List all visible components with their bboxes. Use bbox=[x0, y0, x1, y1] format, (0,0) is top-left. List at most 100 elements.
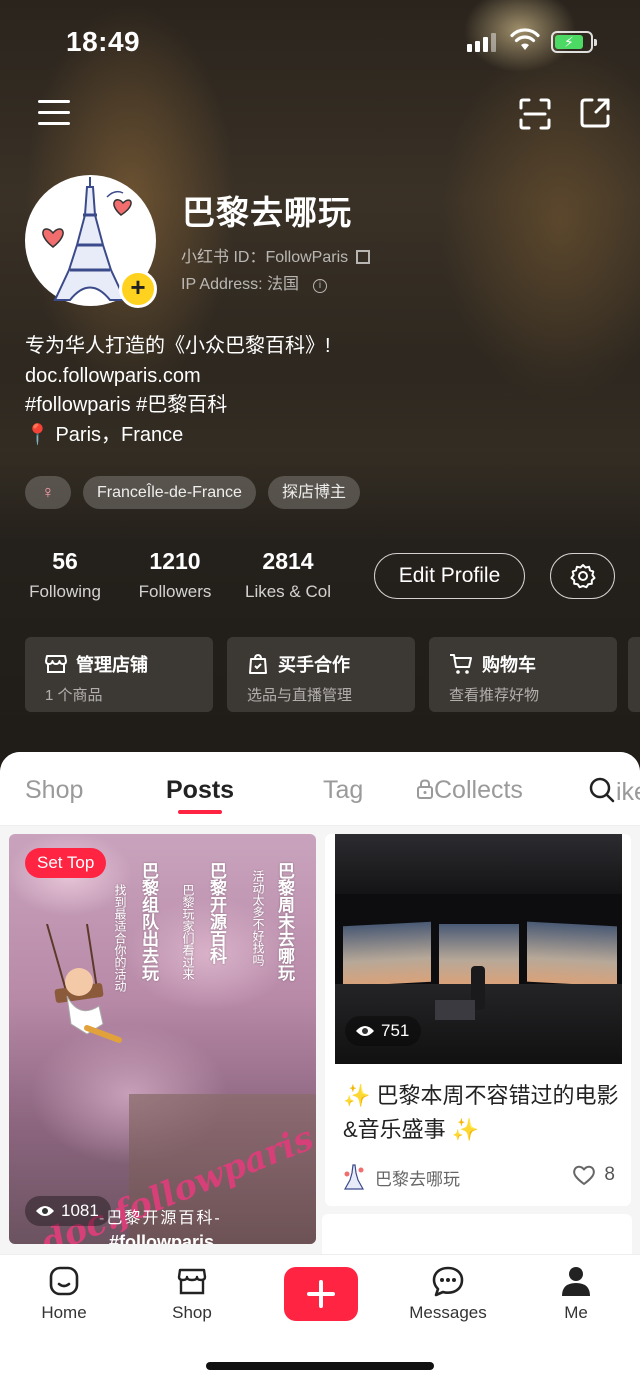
tab-likes-label: ike bbox=[616, 778, 640, 806]
home-icon bbox=[49, 1266, 79, 1296]
card-title: 买手合作 bbox=[278, 655, 350, 675]
post-card[interactable]: 751 ✨ 巴黎本周不容错过的电影&音乐盛事 ✨ 巴黎去哪玩 8 bbox=[325, 834, 631, 1206]
info-icon[interactable]: i bbox=[312, 279, 327, 293]
profile-id: 小红书 ID：FollowParis bbox=[181, 243, 371, 267]
menu-icon[interactable] bbox=[38, 100, 70, 126]
card-subtitle: 选品与直播管理 bbox=[247, 687, 353, 704]
post-overlay-caption: -巴黎开源百科- bbox=[99, 1210, 222, 1227]
nav-shop[interactable]: Shop bbox=[142, 1265, 242, 1323]
bag-icon bbox=[249, 653, 267, 674]
edit-profile-button[interactable]: Edit Profile bbox=[374, 553, 525, 599]
manage-store-card[interactable]: 管理店铺 1 个商品 bbox=[25, 637, 213, 712]
ip-address: IP Address: 法国 i bbox=[181, 270, 327, 294]
card-subtitle: 查看推荐好物 bbox=[449, 687, 540, 704]
eye-icon bbox=[36, 1206, 54, 1216]
search-icon bbox=[589, 777, 615, 803]
tab-collects-label: Collects bbox=[434, 776, 523, 804]
qr-code-icon[interactable] bbox=[356, 250, 371, 264]
view-count-value: 1081 bbox=[61, 1201, 99, 1220]
message-icon bbox=[432, 1266, 464, 1297]
settings-button[interactable] bbox=[550, 553, 615, 599]
ip-address-text: IP Address: 法国 bbox=[181, 276, 299, 293]
status-time: 18:49 bbox=[66, 26, 141, 57]
card-title: 购物车 bbox=[482, 655, 536, 675]
post-overlay-title: 巴黎组队出去玩 bbox=[139, 862, 158, 981]
profile-bio: 专为华人打造的《小众巴黎百科》! doc.followparis.com #fo… bbox=[25, 332, 331, 450]
stat-label: Likes & Col bbox=[245, 582, 331, 601]
tab-collects[interactable]: Collects bbox=[416, 776, 523, 805]
nav-home[interactable]: Home bbox=[14, 1265, 114, 1323]
view-count: 1081 bbox=[25, 1196, 111, 1226]
like-count: 8 bbox=[604, 1164, 615, 1185]
person-icon bbox=[562, 1267, 590, 1296]
home-indicator bbox=[206, 1362, 434, 1370]
add-avatar-button[interactable]: + bbox=[119, 270, 157, 308]
stat-following[interactable]: 56 Following bbox=[25, 548, 105, 602]
battery-icon: ⚡ bbox=[551, 31, 597, 53]
tab-posts[interactable]: Posts bbox=[166, 776, 234, 805]
feature-cards: 管理店铺 1 个商品 买手合作 选品与直播管理 购物车 查看推荐好物 bbox=[25, 637, 617, 712]
nav-me[interactable]: Me bbox=[526, 1265, 626, 1323]
share-icon[interactable] bbox=[578, 96, 612, 130]
nav-label: Home bbox=[41, 1303, 87, 1322]
post-overlay-hashtag: #followparis bbox=[109, 1232, 215, 1244]
nav-messages[interactable]: Messages bbox=[398, 1265, 498, 1323]
post-author-name: 巴黎去哪玩 bbox=[375, 1169, 460, 1189]
post-card-pinned[interactable]: 巴黎周末去哪玩 活动太多不好找吗 巴黎开源百科 巴黎玩家们看过来 巴黎组队出去玩… bbox=[9, 834, 316, 1244]
wifi-icon bbox=[510, 28, 540, 50]
role-tag: 探店博主 bbox=[267, 476, 360, 509]
buyer-partnership-card[interactable]: 买手合作 选品与直播管理 bbox=[227, 637, 415, 712]
swing-illustration-icon bbox=[46, 924, 122, 1043]
card-title: 管理店铺 bbox=[76, 655, 148, 675]
post-cover-image: 751 bbox=[335, 834, 622, 1064]
stat-value: 56 bbox=[52, 548, 78, 574]
card-subtitle: 1 个商品 bbox=[45, 687, 103, 704]
tab-shop[interactable]: Shop bbox=[25, 776, 83, 805]
nav-label: Messages bbox=[409, 1303, 487, 1322]
post-title[interactable]: ✨ 巴黎本周不容错过的电影&音乐盛事 ✨ bbox=[343, 1079, 623, 1147]
location-tag: FranceÎle-de-France bbox=[83, 476, 256, 509]
shop-icon bbox=[177, 1268, 207, 1295]
profile-id-text: 小红书 ID：FollowParis bbox=[181, 249, 349, 266]
post-author[interactable]: 巴黎去哪玩 bbox=[343, 1164, 460, 1190]
stat-label: Following bbox=[29, 582, 101, 601]
stat-followers[interactable]: 1210 Followers bbox=[125, 548, 225, 602]
next-card-peek[interactable] bbox=[628, 637, 640, 712]
create-post-button[interactable] bbox=[284, 1267, 358, 1321]
gear-icon bbox=[570, 564, 595, 589]
set-top-badge: Set Top bbox=[25, 848, 107, 878]
stat-value: 2814 bbox=[262, 548, 314, 574]
view-count-value: 751 bbox=[381, 1021, 410, 1040]
scan-icon[interactable] bbox=[518, 97, 552, 131]
bio-line: 专为华人打造的《小众巴黎百科》! bbox=[25, 335, 331, 357]
cart-icon bbox=[450, 654, 472, 674]
like-button[interactable]: 8 bbox=[572, 1164, 615, 1186]
gender-tag: ♀ bbox=[25, 476, 71, 509]
profile-tags: ♀ FranceÎle-de-France 探店博主 bbox=[25, 476, 360, 509]
stat-value: 1210 bbox=[149, 548, 201, 574]
profile-stats: 56 Following 1210 Followers 2814 Likes &… bbox=[25, 548, 343, 602]
bio-hashtags[interactable]: #followparis #巴黎百科 bbox=[25, 391, 331, 421]
nav-label: Shop bbox=[172, 1303, 212, 1322]
tab-likes[interactable]: ike bbox=[588, 776, 640, 807]
plus-icon bbox=[307, 1280, 335, 1308]
post-overlay-subtitle: 巴黎玩家们看过来 bbox=[181, 884, 195, 980]
lock-icon bbox=[417, 779, 433, 799]
tab-tag[interactable]: Tag bbox=[323, 776, 363, 805]
heart-icon bbox=[573, 1165, 596, 1185]
post-overlay-title: 巴黎开源百科 bbox=[207, 862, 226, 964]
shopping-cart-card[interactable]: 购物车 查看推荐好物 bbox=[429, 637, 617, 712]
bio-link[interactable]: doc.followparis.com bbox=[25, 362, 331, 392]
bio-location: 📍 Paris，France bbox=[25, 423, 184, 446]
post-overlay-title: 巴黎周末去哪玩 bbox=[275, 862, 294, 981]
profile-name: 巴黎去哪玩 bbox=[182, 194, 352, 231]
cellular-signal-icon bbox=[467, 32, 496, 52]
profile-tabs: Shop Posts Tag Collects ike bbox=[0, 752, 640, 826]
stat-likes-collects[interactable]: 2814 Likes & Col bbox=[233, 548, 343, 602]
author-avatar-icon bbox=[343, 1164, 365, 1190]
nav-label: Me bbox=[564, 1303, 588, 1322]
view-count: 751 bbox=[345, 1016, 422, 1046]
stat-label: Followers bbox=[138, 582, 212, 601]
status-bar: 18:49 ⚡ bbox=[0, 0, 640, 86]
store-icon bbox=[45, 655, 67, 673]
